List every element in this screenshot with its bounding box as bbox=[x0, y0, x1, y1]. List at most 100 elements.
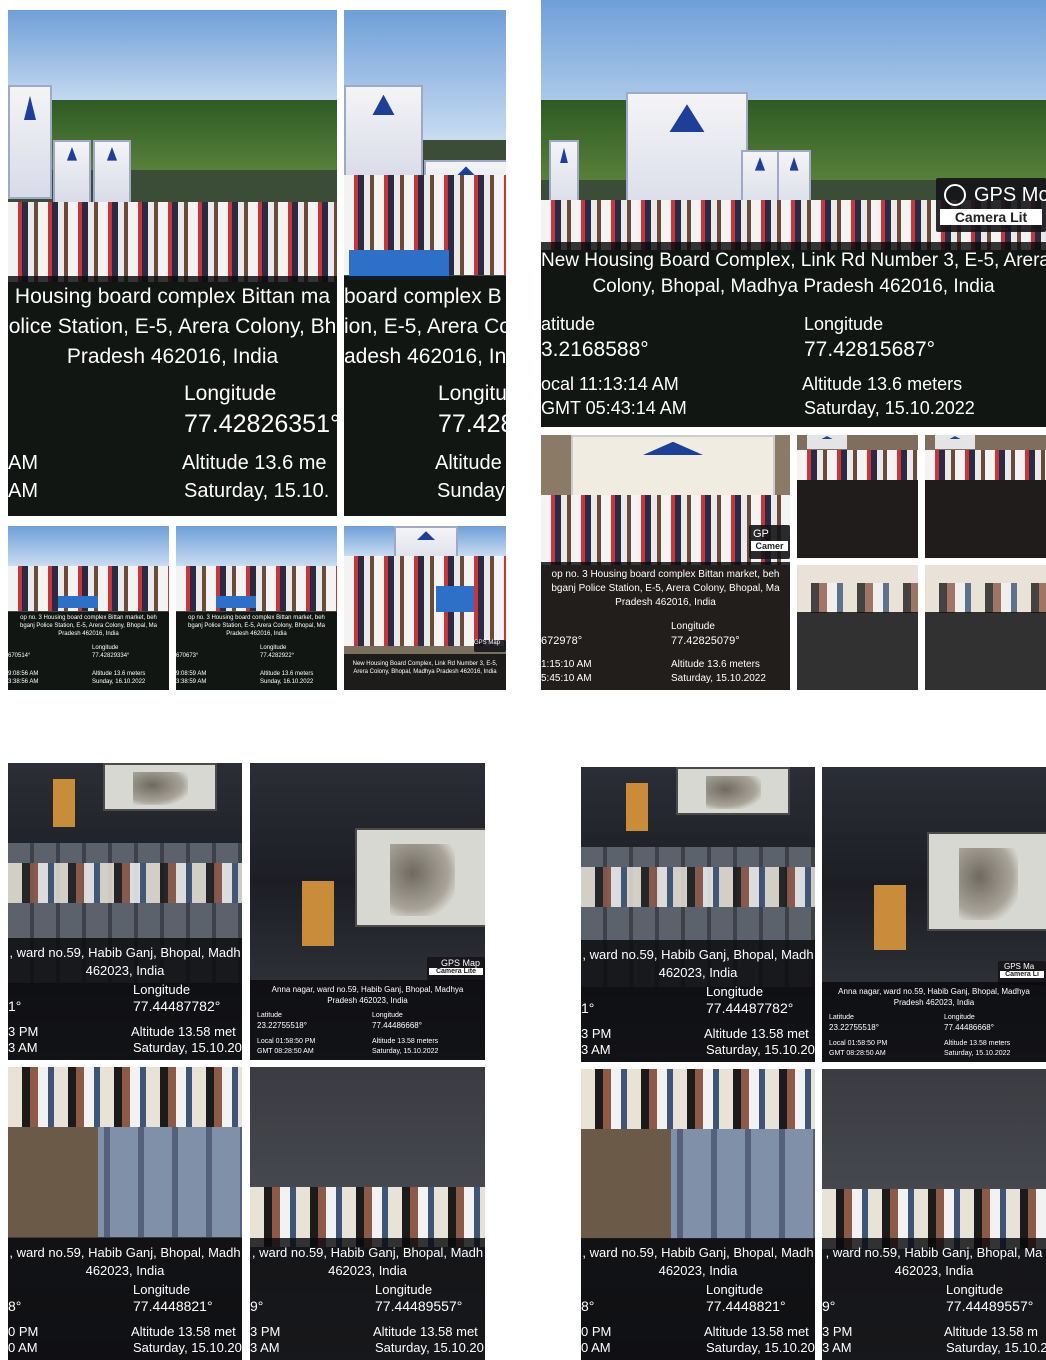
altitude-text: Altitude 13.58 met bbox=[131, 1024, 236, 1039]
time-local: 3 PM bbox=[250, 1324, 281, 1339]
gps-badge-title: GPS Map bbox=[474, 640, 501, 646]
longitude-value: 77.44489557° bbox=[946, 1298, 1034, 1314]
address-text: board complex B ion, E-5, Arera Co adesh… bbox=[344, 285, 506, 368]
date-text: Sunday, 16.10.2022 bbox=[260, 679, 314, 685]
photo-students-street: GP Camer op no. 3 Housing board complex … bbox=[541, 435, 790, 690]
date-text: Saturday, 15.10.20 bbox=[133, 1040, 242, 1055]
thumbnail-photo-1: op no. 3 Housing board complex Bittan ma… bbox=[8, 526, 169, 690]
longitude-value: 77.428 bbox=[438, 410, 506, 438]
time-local: 3 PM bbox=[581, 1026, 612, 1041]
latitude-value: 670673° bbox=[176, 653, 199, 659]
altitude-text: Altitude 13.6 meters bbox=[92, 671, 146, 677]
latitude-value: 672978° bbox=[541, 635, 583, 647]
longitude-label: Longitude bbox=[946, 1282, 1004, 1297]
date-text: Saturday, 15.10.2022 bbox=[804, 398, 975, 418]
altitude-text: Altitude 13.58 met bbox=[704, 1324, 809, 1339]
address-text: , ward no.59, Habib Ganj, Bhopal, Madh 4… bbox=[582, 947, 814, 980]
time-gmt: 3 AM bbox=[822, 1340, 852, 1355]
longitude-value: 77.44486668° bbox=[944, 1023, 994, 1032]
photo-event-stage: GPS Mc Camera Lit New Housing Board Comp… bbox=[541, 0, 1046, 427]
altitude-text: Altitude 13.6 meters bbox=[802, 374, 963, 394]
latitude-value: 670514° bbox=[8, 653, 31, 659]
time-gmt: 3 AM bbox=[250, 1340, 280, 1355]
time-local: AM bbox=[8, 452, 38, 474]
longitude-label: Longitude bbox=[260, 645, 287, 651]
photo-auditorium-3: , ward no.59, Habib Ganj, Bhopal, Madh 4… bbox=[8, 1067, 242, 1360]
longitude-value: 77.4282922° bbox=[260, 653, 295, 659]
latitude-value: 8° bbox=[581, 1298, 595, 1314]
time-gmt: AM bbox=[8, 480, 38, 502]
longitude-label: Longitude bbox=[184, 382, 277, 405]
date-text: Saturday, 15.10.20 bbox=[706, 1042, 815, 1057]
date-text: Saturday, 15.10.20 bbox=[706, 1340, 815, 1355]
gps-badge-subtitle: Camera Lit bbox=[940, 209, 1042, 225]
latitude-label: atitude bbox=[541, 314, 596, 334]
photo-auditorium-8: , ward no.59, Habib Ganj, Bhopal, Ma 462… bbox=[822, 1069, 1046, 1360]
date-text: Sunday bbox=[437, 480, 505, 502]
latitude-value: 1° bbox=[581, 1000, 595, 1016]
address-text: , ward no.59, Habib Ganj, Bhopal, Madh 4… bbox=[251, 1245, 484, 1278]
gps-badge-title: GPS Ma bbox=[1004, 962, 1035, 971]
address-text: New Housing Board Complex, Link Rd Numbe… bbox=[541, 250, 1046, 297]
time-gmt: 3 AM bbox=[581, 1042, 611, 1057]
address-text: , ward no.59, Habib Ganj, Bhopal, Madh 4… bbox=[9, 945, 241, 978]
altitude-text: Altitude bbox=[435, 452, 502, 474]
date-text: Sunday, 16.10.2022 bbox=[92, 679, 146, 685]
time-gmt: GMT 05:43:14 AM bbox=[541, 398, 687, 418]
time-local: 1:15:10 AM bbox=[541, 659, 592, 670]
longitude-label: Longitude bbox=[706, 1282, 764, 1297]
address-text: , ward no.59, Habib Ganj, Bhopal, Madh 4… bbox=[582, 1245, 814, 1278]
time-local: 0 PM bbox=[581, 1324, 612, 1339]
time-gmt: 5:45:10 AM bbox=[541, 673, 592, 684]
date-text: Saturday, 15.10. bbox=[184, 480, 330, 502]
time-gmt: 0 AM bbox=[581, 1340, 611, 1355]
gps-badge-title: GPS Map bbox=[441, 958, 481, 968]
time-local: 0 PM bbox=[8, 1324, 39, 1339]
photo-auditorium-1: , ward no.59, Habib Ganj, Bhopal, Madh 4… bbox=[8, 763, 242, 1060]
time-gmt: 3:38:59 AM bbox=[176, 679, 207, 685]
address-text: op no. 3 Housing board complex Bittan ma… bbox=[20, 615, 157, 637]
photo-auditorium-2: GPS Map Camera Lite Anna nagar, ward no.… bbox=[250, 763, 485, 1060]
address-text: New Housing Board Complex, Link Rd Numbe… bbox=[352, 661, 498, 675]
date-text: Saturday, 15.10.2022 bbox=[372, 1048, 439, 1055]
longitude-value: 77.44489557° bbox=[375, 1298, 463, 1314]
longitude-value: 77.44487782° bbox=[706, 1000, 794, 1016]
address-text: Anna nagar, ward no.59, Habib Ganj, Bhop… bbox=[838, 987, 1030, 1007]
altitude-text: Altitude 13.58 m bbox=[944, 1324, 1038, 1339]
gps-badge-subtitle: Camer bbox=[751, 541, 788, 551]
gps-badge-subtitle: Camera Lite bbox=[429, 968, 483, 975]
latitude-value: 23.22755518° bbox=[257, 1021, 307, 1030]
latitude-value: 23.22755518° bbox=[829, 1023, 879, 1032]
photo-auditorium-7: , ward no.59, Habib Ganj, Bhopal, Madh 4… bbox=[581, 1069, 815, 1360]
longitude-label: Longitude bbox=[92, 645, 119, 651]
thumbnail-photo-4 bbox=[797, 435, 918, 558]
longitude-value: 77.44486668° bbox=[372, 1021, 422, 1030]
altitude-text: Altitude 13.6 me bbox=[182, 452, 327, 474]
time-gmt: 3:38:56 AM bbox=[8, 679, 39, 685]
time-local: 3 PM bbox=[8, 1024, 39, 1039]
altitude-text: Altitude 13.6 meters bbox=[260, 671, 314, 677]
gps-badge-title: GP bbox=[753, 528, 769, 540]
address-text: Housing board complex Bittan ma olice St… bbox=[8, 285, 337, 368]
thumbnail-photo-7 bbox=[925, 565, 1046, 690]
time-gmt: GMT 08:28:50 AM bbox=[829, 1050, 886, 1057]
altitude-text: Altitude 13.6 meters bbox=[671, 659, 760, 670]
photo-event-crowd-2: board complex B ion, E-5, Arera Co adesh… bbox=[344, 10, 506, 516]
address-text: , ward no.59, Habib Ganj, Bhopal, Madh 4… bbox=[9, 1245, 241, 1278]
photo-auditorium-5: , ward no.59, Habib Ganj, Bhopal, Madh 4… bbox=[581, 767, 815, 1062]
latitude-value: 9° bbox=[250, 1298, 264, 1314]
latitude-value: 9° bbox=[822, 1298, 836, 1314]
date-text: Saturday, 15.10.20 bbox=[375, 1340, 484, 1355]
longitude-label: Longitude bbox=[133, 982, 191, 997]
altitude-text: Altitude 13.58 met bbox=[131, 1324, 236, 1339]
photo-auditorium-6: GPS Ma Camera Li Anna nagar, ward no.59,… bbox=[822, 767, 1046, 1062]
thumbnail-photo-3: GPS Map New Housing Board Complex, Link … bbox=[344, 526, 506, 690]
longitude-value: 77.4448821° bbox=[706, 1298, 786, 1314]
altitude-text: Altitude 13.58 met bbox=[373, 1324, 478, 1339]
time-local: 3 PM bbox=[822, 1324, 853, 1339]
thumbnail-photo-6 bbox=[797, 565, 918, 690]
time-local: 9:08:56 AM bbox=[8, 671, 39, 677]
longitude-label: Longitude bbox=[375, 1282, 433, 1297]
date-text: Saturday, 15.10.2 bbox=[946, 1340, 1046, 1355]
longitude-value: 77.42815687° bbox=[804, 338, 936, 361]
